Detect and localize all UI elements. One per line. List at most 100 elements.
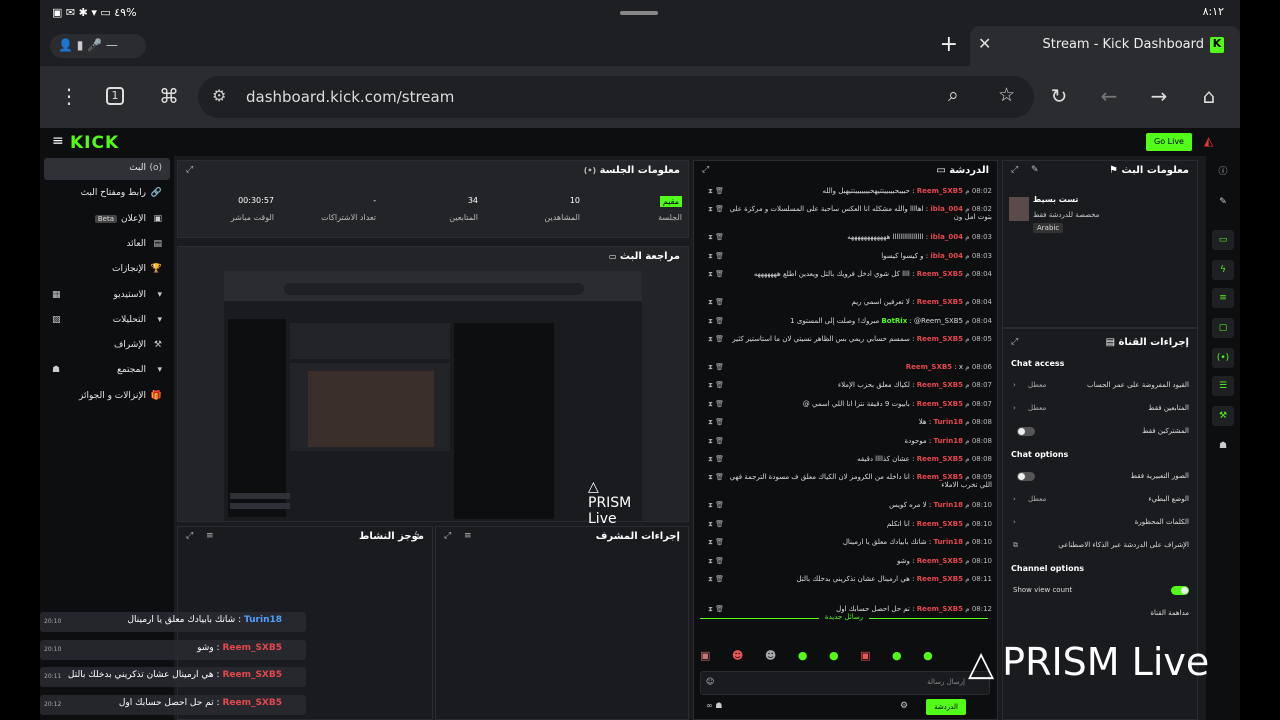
expand-icon[interactable]: ⤢: [186, 165, 193, 175]
chat-message[interactable]: 🗑 ⧗ 08:09 م Reem_SXB5 : انا داخله من الكر…: [702, 473, 992, 489]
pen-icon[interactable]: ✎: [1212, 192, 1234, 212]
list-toggle-icon[interactable]: ≡: [1212, 288, 1234, 308]
mod-controls-icon[interactable]: 🗑 ⧗: [708, 335, 724, 344]
mod-controls-icon[interactable]: 🗑 ⧗: [708, 298, 724, 307]
chat-message[interactable]: 🗑 ⧗ 08:05 م Reem_SXB5 : سمسم حسابي ريمي ب…: [702, 335, 992, 343]
tab-count-button[interactable]: 1: [106, 87, 124, 105]
setting-row[interactable]: مداهمة القناة: [1011, 605, 1191, 623]
edit-icon[interactable]: ✎: [1031, 165, 1039, 175]
chevron-icon[interactable]: ›: [1013, 518, 1016, 526]
translate-icon[interactable]: ⌘: [156, 84, 182, 108]
chat-settings-icon[interactable]: ⚙: [900, 701, 908, 711]
filter-icon[interactable]: ≡: [464, 531, 472, 541]
mod-controls-icon[interactable]: 🗑 ⧗: [708, 317, 724, 326]
chat-username[interactable]: Turin18: [933, 501, 963, 509]
chat-username[interactable]: Turin18: [933, 437, 963, 445]
url-bar[interactable]: ⚙ dashboard.kick.com/stream ⌕ ☆: [198, 76, 1034, 118]
site-settings-icon[interactable]: ⚙: [212, 86, 226, 105]
chat-username[interactable]: ibla_004: [930, 205, 963, 213]
chat-username[interactable]: ibla_004: [930, 252, 963, 260]
sidebar-item[interactable]: العائد ▤: [44, 234, 170, 256]
sidebar-item[interactable]: الإنزالات و الجوائز 🎁: [44, 386, 170, 408]
setting-row[interactable]: المتابعين فقط › معطل: [1011, 400, 1191, 418]
chat-message[interactable]: 🗑 ⧗ 08:10 م Turin18 : لا مره كويس: [702, 501, 992, 509]
hamburger-menu-icon[interactable]: ≡: [52, 133, 64, 149]
stream-preview-video[interactable]: △ PRISM Live: [224, 271, 642, 527]
mod-controls-icon[interactable]: 🗑 ⧗: [708, 205, 724, 214]
layers-toggle-icon[interactable]: ☰: [1212, 376, 1234, 396]
chat-username[interactable]: Reem_SXB5: [917, 298, 963, 306]
expand-icon[interactable]: ⤢: [1011, 165, 1018, 175]
filter-icon[interactable]: ≡: [206, 531, 214, 541]
close-tab-icon[interactable]: ✕: [978, 34, 991, 53]
mod-controls-icon[interactable]: 🗑 ⧗: [708, 187, 724, 196]
reload-icon[interactable]: ↻: [1046, 84, 1072, 108]
mod-controls-icon[interactable]: 🗑 ⧗: [708, 455, 724, 464]
sidebar-item[interactable]: الإنجازات 🏆: [44, 259, 170, 281]
forward-icon[interactable]: →: [1146, 84, 1172, 108]
chevron-icon[interactable]: › معطل: [1013, 381, 1046, 389]
chat-message[interactable]: 🗑 ⧗ 08:07 م Reem_SXB5 : لكياك معلق بحزب ا…: [702, 381, 992, 389]
emote-icon[interactable]: ●: [829, 649, 839, 662]
setting-row[interactable]: الكلمات المحظورة ›: [1011, 514, 1191, 532]
chat-message[interactable]: 🗑 ⧗ 08:08 م Turin18 : هلا: [702, 418, 992, 426]
chat-username[interactable]: Reem_SXB5: [917, 335, 963, 343]
expand-icon[interactable]: ⤢: [444, 531, 451, 541]
chat-message[interactable]: 🗑 ⧗ 08:04 م BotRix : @Reem_SXB5 مبروك! وص…: [702, 317, 992, 325]
chat-username[interactable]: Reem_SXB5: [917, 381, 963, 389]
chat-username[interactable]: Reem_SXB5: [917, 520, 963, 528]
chat-username[interactable]: ibla_004: [930, 233, 963, 241]
chat-username[interactable]: Reem_SXB5: [917, 455, 963, 463]
panel-toggle-icon[interactable]: ▭: [1212, 230, 1234, 250]
mod-controls-icon[interactable]: 🗑 ⧗: [708, 437, 724, 446]
chat-send-button[interactable]: الدردشة: [926, 699, 966, 715]
chat-message[interactable]: 🗑 ⧗ 08:10 م Reem_SXB5 : انا اتكلم: [702, 520, 992, 528]
emote-icon[interactable]: ●: [923, 649, 933, 662]
mod-controls-icon[interactable]: 🗑 ⧗: [708, 252, 724, 261]
emote-icon[interactable]: ▣: [860, 649, 870, 662]
emote-icon[interactable]: ●: [798, 649, 808, 662]
chat-username[interactable]: Reem_SXB5: [917, 270, 963, 278]
sidebar-item[interactable]: التحليلات ▾ ▨: [44, 310, 170, 332]
kick-logo[interactable]: KICK: [70, 133, 119, 153]
sidebar-item[interactable]: المجتمع ▾ ☗: [44, 360, 170, 382]
chat-message[interactable]: 🗑 ⧗ 08:08 م Reem_SXB5 : عشان كذاااا دقيقه: [702, 455, 992, 463]
zoom-icon[interactable]: ⌕: [948, 84, 959, 106]
mod-controls-icon[interactable]: 🗑 ⧗: [708, 233, 724, 242]
setting-row[interactable]: Show view count: [1011, 582, 1191, 600]
chat-username[interactable]: Reem_SXB5: [917, 473, 963, 481]
sidebar-item[interactable]: الاستيديو ▾ ▦: [44, 285, 170, 307]
mod-controls-icon[interactable]: 🗑 ⧗: [708, 520, 724, 529]
sidebar-item[interactable]: رابط ومفتاح البث 🔗: [44, 183, 170, 205]
browser-tab[interactable]: ✕ Stream - Kick Dashboard K: [970, 26, 1240, 66]
chat-message[interactable]: 🗑 ⧗ 08:07 م Reem_SXB5 : بابيوت 9 دقيقة نت…: [702, 400, 992, 408]
expand-icon[interactable]: ⤢: [186, 531, 193, 541]
new-tab-button[interactable]: +: [940, 32, 958, 57]
setting-row[interactable]: الصور التعبيرية فقط: [1011, 468, 1191, 486]
info-icon[interactable]: ⓘ: [1212, 162, 1234, 182]
emote-icon[interactable]: ▣: [700, 649, 710, 662]
back-icon[interactable]: ←: [1096, 84, 1122, 108]
chat-message[interactable]: 🗑 ⧗ 08:04 م Reem_SXB5 : اااا كل شوي ادخل …: [702, 270, 992, 278]
sidebar-item[interactable]: البث (o): [44, 158, 170, 180]
mod-controls-icon[interactable]: 🗑 ⧗: [708, 418, 724, 427]
external-link-icon[interactable]: ⧉: [1013, 541, 1018, 550]
user-avatar[interactable]: ◭: [1204, 134, 1213, 148]
mod-controls-icon[interactable]: 🗑 ⧗: [708, 363, 724, 372]
chat-message[interactable]: 🗑 ⧗ 08:03 م ibla_004 : و كيسوا كيسوا: [702, 252, 992, 260]
chat-message[interactable]: 🗑 ⧗ 08:11 م Reem_SXB5 : هي ارمينال عشان ت…: [702, 575, 992, 583]
setting-row[interactable]: المشتركين فقط: [1011, 423, 1191, 441]
toggle-switch[interactable]: [1017, 472, 1035, 481]
chat-username[interactable]: BotRix: [881, 317, 907, 325]
chat-input[interactable]: إرسال رسالة: [700, 671, 990, 695]
chat-message[interactable]: 🗑 ⧗ 08:10 م Turin18 : شاتك بابيادك معلق ي…: [702, 538, 992, 546]
expand-icon[interactable]: ⤢: [1011, 337, 1018, 347]
chat-toggle-icon[interactable]: ▢: [1212, 318, 1234, 338]
sidebar-item[interactable]: الإشراف ⚒: [44, 335, 170, 357]
sidebar-item[interactable]: الإعلانBeta ▣: [44, 209, 170, 231]
users-icon[interactable]: ☗: [1212, 436, 1234, 456]
mod-controls-icon[interactable]: 🗑 ⧗: [708, 501, 724, 510]
call-indicator[interactable]: 👤 ▮ 🎤 —: [50, 34, 146, 58]
chat-username[interactable]: Reem_SXB5: [917, 557, 963, 565]
menu-dots-icon[interactable]: ⋮: [56, 84, 82, 108]
